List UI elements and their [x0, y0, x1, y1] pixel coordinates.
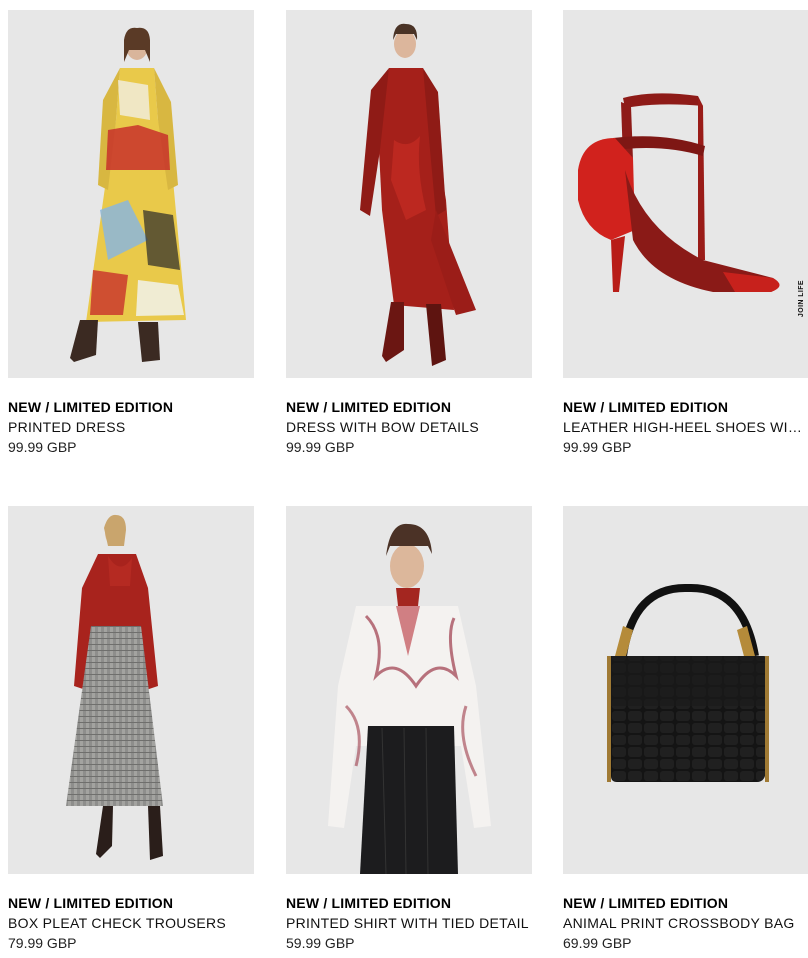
product-title[interactable]: PRINTED DRESS	[8, 417, 252, 437]
product-image-box-pleat-check-trousers[interactable]	[8, 506, 254, 874]
product-price: 99.99 GBP	[563, 439, 632, 455]
product-price: 69.99 GBP	[563, 935, 632, 951]
product-title[interactable]: BOX PLEAT CHECK TROUSERS	[8, 913, 252, 933]
product-image-dress-with-bow-details[interactable]	[286, 10, 532, 378]
product-tag: NEW / LIMITED EDITION	[8, 399, 174, 415]
product-tag: NEW / LIMITED EDITION	[8, 895, 174, 911]
product-price: 59.99 GBP	[286, 935, 355, 951]
product-card[interactable]: NEW / LIMITED EDITION PRINTED SHIRT WITH…	[286, 506, 532, 953]
product-card[interactable]: NEW / LIMITED EDITION BOX PLEAT CHECK TR…	[8, 506, 254, 953]
join-life-badge: JOIN LIFE	[798, 280, 805, 318]
black-croc-bag-photo	[563, 506, 808, 874]
product-title[interactable]: ANIMAL PRINT CROSSBODY BAG	[563, 913, 807, 933]
product-tag: NEW / LIMITED EDITION	[563, 895, 729, 911]
model-printed-shirt-photo	[286, 506, 532, 874]
product-image-animal-print-crossbody-bag[interactable]	[563, 506, 808, 874]
model-printed-dress-photo	[8, 10, 254, 378]
product-card[interactable]: NEW / LIMITED EDITION ANIMAL PRINT CROSS…	[563, 506, 808, 953]
product-price: 99.99 GBP	[286, 439, 355, 455]
product-card[interactable]: JOIN LIFE NEW / LIMITED EDITION LEATHER …	[563, 10, 808, 457]
product-card[interactable]: NEW / LIMITED EDITION PRINTED DRESS 99.9…	[8, 10, 254, 457]
product-title[interactable]: LEATHER HIGH-HEEL SHOES WIT…	[563, 417, 807, 437]
product-image-printed-dress[interactable]	[8, 10, 254, 378]
model-check-trousers-photo	[8, 506, 254, 874]
model-red-satin-dress-photo	[286, 10, 532, 378]
product-card[interactable]: NEW / LIMITED EDITION DRESS WITH BOW DET…	[286, 10, 532, 457]
product-image-leather-high-heel-shoes[interactable]: JOIN LIFE	[563, 10, 808, 378]
product-grid: NEW / LIMITED EDITION PRINTED DRESS 99.9…	[0, 0, 808, 958]
product-tag: NEW / LIMITED EDITION	[286, 895, 452, 911]
product-title[interactable]: PRINTED SHIRT WITH TIED DETAIL	[286, 913, 530, 933]
product-tag: NEW / LIMITED EDITION	[286, 399, 452, 415]
red-high-heel-shoe-photo	[563, 10, 808, 378]
product-title[interactable]: DRESS WITH BOW DETAILS	[286, 417, 530, 437]
product-price: 99.99 GBP	[8, 439, 77, 455]
product-price: 79.99 GBP	[8, 935, 77, 951]
product-tag: NEW / LIMITED EDITION	[563, 399, 729, 415]
product-image-printed-shirt-with-tied-detail[interactable]	[286, 506, 532, 874]
